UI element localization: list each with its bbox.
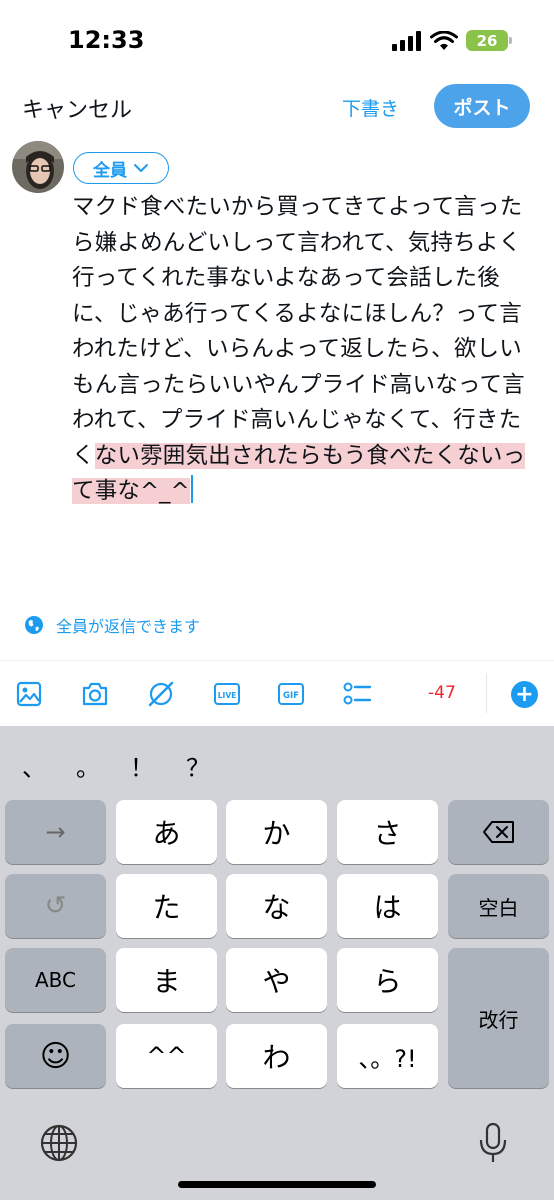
key-ta[interactable]: た <box>116 874 217 938</box>
key-ha[interactable]: は <box>337 874 438 938</box>
punct-comma-key[interactable]: 、 <box>22 748 46 783</box>
key-ma[interactable]: ま <box>116 948 217 1012</box>
toolbar-divider <box>486 673 487 713</box>
wifi-icon <box>430 30 458 50</box>
add-icon[interactable]: + <box>511 681 538 708</box>
emoji-key[interactable]: ☺ <box>5 1024 106 1088</box>
punct-exclamation-key[interactable]: ！ <box>130 748 154 783</box>
avatar[interactable] <box>12 141 64 193</box>
drafts-button[interactable]: 下書き <box>342 94 399 121</box>
avatar-image <box>12 141 64 193</box>
battery-level: 26 <box>476 31 498 50</box>
compose-text-area[interactable]: マクド食べたいから買ってきてよって言ったら嫌よめんどいしって言われて、気持ちよく… <box>72 190 532 510</box>
camera-icon[interactable] <box>78 677 112 711</box>
audience-label: 全員 <box>93 160 127 181</box>
live-icon[interactable]: LIVE <box>210 677 244 711</box>
space-key[interactable]: 空白 <box>448 874 549 938</box>
character-count: -47 <box>428 683 456 703</box>
status-bar: 12:33 26 <box>0 0 554 80</box>
key-wa[interactable]: わ <box>226 1024 327 1088</box>
globe-icon <box>25 616 43 634</box>
compose-toolbar: LIVE GIF -47 + <box>0 660 554 726</box>
audience-selector[interactable]: 全員 <box>73 152 169 184</box>
home-indicator <box>178 1181 376 1188</box>
punct-question-key[interactable]: ？ <box>186 748 210 783</box>
punct-period-key[interactable]: 。 <box>76 748 100 783</box>
post-button[interactable]: ポスト <box>434 84 530 128</box>
microphone-icon[interactable] <box>478 1122 508 1168</box>
image-icon[interactable] <box>12 677 46 711</box>
reply-setting-label: 全員が返信できます <box>56 617 201 636</box>
text-over-limit: ない雰囲気出されたらもう食べたくないって事な^_^ <box>72 442 526 504</box>
reply-setting-button[interactable]: 全員が返信できます <box>24 613 200 637</box>
key-ka[interactable]: か <box>226 800 327 864</box>
key-sa[interactable]: さ <box>337 800 438 864</box>
punctuation-key[interactable]: 、。?! <box>337 1024 438 1088</box>
battery-icon: 26 <box>466 30 512 51</box>
status-time: 12:33 <box>68 26 145 54</box>
abc-key[interactable]: ABC <box>5 948 106 1012</box>
globe-keyboard-icon[interactable] <box>40 1124 78 1166</box>
kaomoji-key[interactable]: ^^ <box>116 1024 217 1088</box>
key-na[interactable]: な <box>226 874 327 938</box>
gif-label: GIF <box>283 691 299 701</box>
backspace-key[interactable] <box>448 800 549 864</box>
status-icons: 26 <box>392 30 512 51</box>
key-a[interactable]: あ <box>116 800 217 864</box>
text-cursor <box>190 475 193 503</box>
arrow-key[interactable]: → <box>5 800 106 864</box>
return-key[interactable]: 改行 <box>448 948 549 1088</box>
key-ra[interactable]: ら <box>337 948 438 1012</box>
gif-icon[interactable]: GIF <box>274 677 308 711</box>
cancel-button[interactable]: キャンセル <box>22 92 132 124</box>
chevron-down-icon <box>134 164 148 172</box>
cellular-signal-icon <box>392 30 421 51</box>
key-ya[interactable]: や <box>226 948 327 1012</box>
backspace-icon <box>482 821 514 843</box>
keyboard: 、 。 ！ ？ → あ か さ ↺ た な は 空白 ABC ま や ら 改行 … <box>0 726 554 1200</box>
text-within-limit: マクド食べたいから買ってきてよって言ったら嫌よめんどいしって言われて、気持ちよく… <box>72 194 525 469</box>
poll-icon[interactable] <box>340 677 374 711</box>
grok-icon[interactable] <box>144 677 178 711</box>
live-label: LIVE <box>218 691 237 700</box>
undo-key[interactable]: ↺ <box>5 874 106 938</box>
